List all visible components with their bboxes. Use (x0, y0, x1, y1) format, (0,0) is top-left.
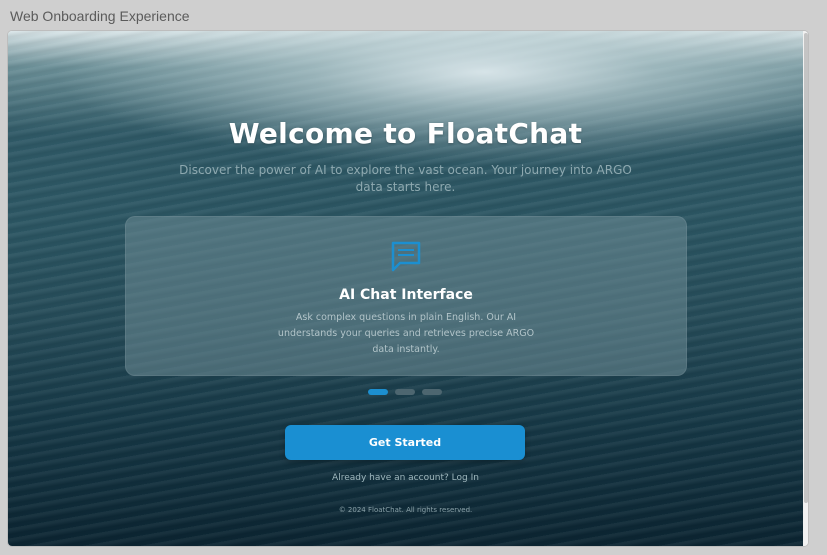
page-subtitle: Discover the power of AI to explore the … (179, 163, 632, 194)
feature-card-title: AI Chat Interface (339, 287, 473, 303)
page-title: Welcome to FloatChat (228, 117, 583, 150)
carousel-dot-1[interactable] (368, 389, 388, 395)
window-title: Web Onboarding Experience (10, 8, 190, 24)
feature-card-description: Ask complex questions in plain English. … (277, 312, 535, 355)
footer-copyright: © 2024 FloatChat. All rights reserved. (338, 506, 473, 514)
hero-background: Welcome to FloatChat Discover the power … (8, 31, 803, 546)
get-started-button[interactable]: Get Started (285, 425, 525, 460)
carousel-dot-3[interactable] (422, 389, 442, 395)
carousel-dot-2[interactable] (395, 389, 415, 395)
feature-card: AI Chat Interface Ask complex questions … (125, 216, 687, 376)
chat-bubble-icon (388, 239, 424, 275)
scrollbar-thumb[interactable] (804, 33, 808, 503)
browser-frame: Welcome to FloatChat Discover the power … (8, 31, 808, 546)
login-link[interactable]: Already have an account? Log In (8, 473, 803, 483)
vertical-scrollbar[interactable] (803, 31, 808, 546)
